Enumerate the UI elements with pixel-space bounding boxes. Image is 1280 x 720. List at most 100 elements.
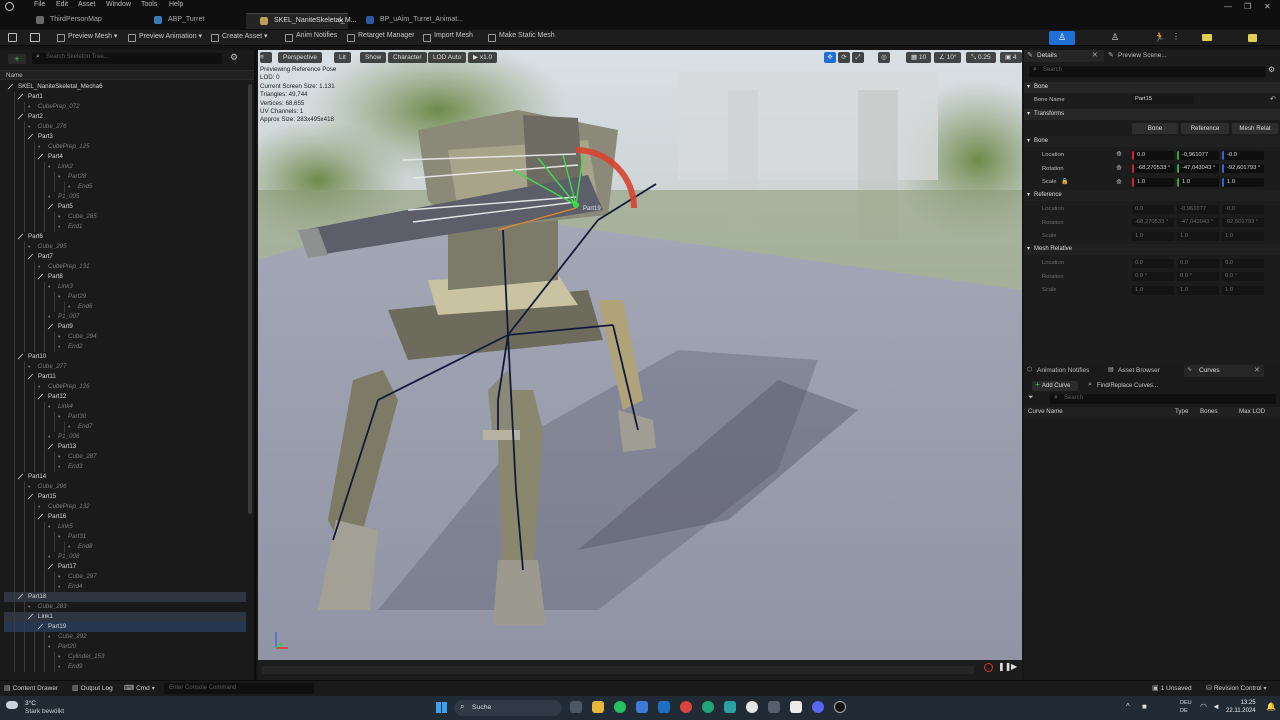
tree-row[interactable]: • Link3 [4,282,246,292]
curves-search-input[interactable]: ⌕ Search [1050,394,1276,404]
tab-animation-notifies[interactable]: ⬡ Animation Notifies [1024,365,1104,377]
settings-mode-button[interactable] [1240,31,1266,45]
tree-row[interactable]: • Cube_277 [4,362,246,372]
taskview-icon[interactable] [570,701,582,713]
unreal-logo-icon[interactable] [5,2,14,11]
skeleton-search-input[interactable]: ⌕ Search Skeleton Tree... [32,53,222,64]
wifi-icon[interactable]: ◠ [1200,702,1207,711]
tree-row[interactable]: • Cube_292 [4,632,246,642]
tree-row[interactable]: • P1_008 [4,552,246,562]
details-settings-icon[interactable]: ⚙ [1268,65,1275,74]
grid-snap-button[interactable]: ▦ 10 [906,52,932,63]
store-icon[interactable] [636,701,648,713]
column-bones[interactable]: Bones [1200,408,1218,415]
transform-mode-bone[interactable]: Bone [1132,123,1178,134]
tab-bp-uaim[interactable]: BP_uAim_Turret_Animat... [352,13,463,29]
skeleton-mode-button[interactable]: ♙ [1049,31,1075,45]
tree-row[interactable]: • P1_007 [4,312,246,322]
output-log-button[interactable]: ▥ Output Log [72,684,113,694]
subsection-mesh-relative-header[interactable]: ▾ Mesh Relative [1024,244,1280,255]
close-tab-icon[interactable]: ✕ [338,17,344,25]
tab-curves[interactable]: ∿ Curves ✕ [1184,365,1264,377]
tree-row[interactable]: • Cube_285 [4,212,246,222]
tree-row[interactable]: • End7 [4,422,246,432]
tree-row[interactable]: ⟋ Part7 [4,252,246,262]
lock-icon[interactable]: 🔒 [1061,178,1068,185]
cmd-dropdown[interactable]: ⌨ Cmd ▾ [124,684,155,694]
tree-row[interactable]: • Part29 [4,292,246,302]
tree-row[interactable]: ⟋ SKEL_NaniteSkeletal_Mecha6 [4,82,246,92]
epic-games-icon[interactable] [790,701,802,713]
tree-row[interactable]: • Link2 [4,162,246,172]
subsection-bone-header[interactable]: ▾ Bone [1024,136,1280,147]
show-button[interactable]: Show [360,52,387,63]
notification-bell-icon[interactable]: 🔔 [1266,702,1276,711]
preview-scene-tab[interactable]: ✎ Preview Scene... [1106,50,1196,62]
browse-icon[interactable] [30,33,40,42]
playback-speed-button[interactable]: ▶ x1.0 [468,52,498,63]
preview-mesh-button[interactable]: Preview Mesh ▾ [56,32,117,44]
bone-scale-y[interactable]: 1.0 [1177,178,1219,187]
lod-button[interactable]: LOD Auto [428,52,467,63]
camera-speed-button[interactable]: ▣ 4 [1000,52,1022,63]
menu-tools[interactable]: Tools [141,1,157,8]
rotation-snap-button[interactable]: ∠ 10° [934,52,962,63]
reset-icon[interactable]: ↶ [1270,95,1276,103]
tree-row[interactable]: • Link5 [4,522,246,532]
pause-icon[interactable]: ❚❚ [998,662,1011,671]
scale-tool-button[interactable]: ⤢ [852,52,864,63]
subsection-reference-header[interactable]: ▾ Reference [1024,190,1280,201]
tree-row[interactable]: ⟋ Part17 [4,562,246,572]
revision-control-button[interactable]: ⛁ Revision Control ▾ [1206,684,1266,692]
tree-row[interactable]: • P1_005 [4,192,246,202]
column-max-lod[interactable]: Max LOD [1239,408,1265,415]
bone-scale-x[interactable]: 1.0 [1132,178,1174,187]
tree-row[interactable]: • P1_006 [4,432,246,442]
tray-chevron-icon[interactable]: ^ [1126,702,1130,711]
tree-row[interactable]: • End1 [4,222,246,232]
bone-name-field[interactable]: Part15 [1132,95,1194,104]
menu-edit[interactable]: Edit [56,1,68,8]
bone-scale-z[interactable]: 1.0 [1222,178,1264,187]
axis-icon[interactable]: ⟰ [1116,178,1122,186]
tree-row[interactable]: • End6 [4,302,246,312]
viewport-timeline[interactable]: ❚❚ ▶ [258,660,1022,680]
tree-row[interactable]: • Cube_276 [4,122,246,132]
viewport-scene[interactable]: Part19 [258,50,1022,680]
timeline-track[interactable] [262,666,974,674]
weather-widget[interactable]: 3°C Stark bewölkt [6,699,76,717]
bone-location-z[interactable]: -0.0 [1222,151,1264,160]
tree-row[interactable]: • Cube_295 [4,242,246,252]
character-button[interactable]: Character [388,52,427,63]
tree-row[interactable]: • Cube_297 [4,572,246,582]
rotate-tool-button[interactable]: ⟳ [838,52,850,63]
animation-mode-button[interactable]: 🏃 [1145,31,1171,45]
close-window-icon[interactable]: ✕ [1264,2,1271,11]
bone-location-y[interactable]: -0,961077 [1177,151,1219,160]
tree-row[interactable]: ⟋ Link1 [4,612,246,622]
gizmo-pivot[interactable] [573,202,579,208]
column-curve-name[interactable]: Curve Name [1028,408,1063,415]
tree-row[interactable]: ⟋ Part8 [4,272,246,282]
axis-icon[interactable]: ⟰ [1116,150,1122,158]
tree-scrollbar[interactable] [248,84,252,514]
tab-thirdpersonmap[interactable]: ThirdPersonMap [22,13,132,29]
taskbar-search[interactable]: ⌕ Suche [454,700,562,716]
column-type[interactable]: Type [1175,408,1188,415]
preview-viewport[interactable]: Part19 ≡ Perspective Lit Show Character … [258,50,1022,680]
make-static-mesh-button[interactable]: Make Static Mesh [487,32,555,44]
bone-rotation-y[interactable]: -47,043043 ° [1177,164,1219,173]
blueprint-mode-button[interactable] [1194,31,1220,45]
viewport-options-button[interactable]: ≡ [260,52,272,63]
bone-rotation-z[interactable]: -92,601793 ° [1222,164,1264,173]
tree-row[interactable]: • Part31 [4,532,246,542]
file-explorer-icon[interactable] [592,701,604,713]
section-transforms-header[interactable]: ▾ Transforms [1024,109,1280,120]
import-mesh-button[interactable]: Import Mesh [422,32,473,44]
section-bone-header[interactable]: ▾ Bone [1024,82,1280,93]
tree-row[interactable]: ⟋ Part13 [4,442,246,452]
tree-row[interactable]: ⟋ Part16 [4,512,246,522]
tree-settings-icon[interactable]: ⚙ [230,52,238,63]
add-curve-button[interactable]: + Add Curve [1032,380,1078,391]
clock[interactable]: 13:25 22.11.2024 [1226,699,1256,715]
